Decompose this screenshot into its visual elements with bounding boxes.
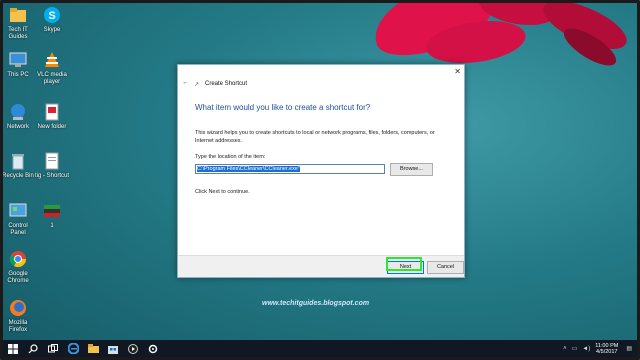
folder-icon [8, 5, 28, 25]
desktop-icon-label: tig - Shortcut [34, 173, 69, 179]
desktop-icon-recycle-bin[interactable]: Recycle Bin [0, 151, 36, 180]
location-label: Type the location of the item: [195, 154, 266, 160]
desktop-icon-label: Mozilla Firefox [8, 320, 28, 333]
svg-text:S: S [48, 10, 55, 22]
dialog-titlebar: ← ↗ Create Shortcut ✕ [178, 65, 464, 88]
close-icon[interactable]: ✕ [454, 67, 461, 76]
desktop-icon-1[interactable]: 1 [34, 201, 70, 230]
task-view-icon[interactable] [43, 340, 63, 357]
cancel-button[interactable]: Cancel [427, 261, 464, 274]
desktop-icon-new-folder[interactable]: New folder [34, 102, 70, 131]
clock[interactable]: 11:00 PM 4/5/2017 [595, 343, 618, 355]
desktop-icon-label: Google Chrome [7, 271, 29, 284]
watermark-url: www.techitguides.blogspot.com [262, 300, 370, 307]
location-value: C:\Program Files\CCleaner\CCleaner.exe" [197, 166, 300, 172]
desktop-icon-label: Recycle Bin [2, 173, 34, 179]
document-icon [42, 102, 62, 122]
shortcut-icon: ↗ [194, 82, 200, 88]
network-status-icon[interactable]: ▭ [572, 345, 578, 352]
network-icon [8, 102, 28, 122]
desktop: Tech IT Guides S Skype This PC VLC media… [0, 0, 640, 360]
desktop-icon-skype[interactable]: S Skype [34, 5, 70, 34]
clock-date: 4/5/2017 [596, 348, 618, 355]
dialog-title: Create Shortcut [205, 81, 248, 87]
file-explorer-icon[interactable] [83, 340, 103, 357]
media-icon[interactable] [123, 340, 143, 357]
desktop-icon-control-panel[interactable]: Control Panel [0, 201, 36, 237]
desktop-icon-google-chrome[interactable]: Google Chrome [0, 249, 36, 285]
settings-icon[interactable] [143, 340, 163, 357]
back-arrow-icon[interactable]: ← [182, 79, 189, 86]
chrome-icon [8, 249, 28, 269]
dialog-description: This wizard helps you to create shortcut… [195, 130, 435, 144]
vlc-icon [42, 50, 62, 70]
browse-button[interactable]: Browse... [390, 163, 433, 176]
clock-time: 11:00 PM [595, 342, 619, 349]
desktop-icon-label: This PC [7, 72, 29, 78]
start-icon[interactable] [3, 340, 23, 357]
desktop-icon-tig-shortcut[interactable]: tig - Shortcut [34, 151, 70, 180]
desktop-icon-label: 1 [50, 223, 54, 229]
taskbar: ˄ ▭ ◄) 11:00 PM 4/5/2017 ▤ [3, 340, 637, 357]
store-icon[interactable] [103, 340, 123, 357]
desktop-icon-network[interactable]: Network [0, 102, 36, 131]
skype-icon: S [42, 5, 62, 25]
desktop-icon-label: Tech IT Guides [8, 27, 28, 40]
desktop-icon-label: VLC media player [37, 72, 67, 85]
firefox-icon [8, 298, 28, 318]
next-button-highlight [386, 257, 422, 271]
desktop-icon-label: Skype [43, 27, 61, 33]
system-tray-chevron-icon[interactable]: ˄ [563, 346, 567, 352]
action-center-icon[interactable]: ▤ [626, 345, 632, 352]
recycle-bin-icon [8, 151, 28, 171]
control-panel-icon [8, 201, 28, 221]
desktop-icon-label: New folder [37, 124, 67, 130]
image-file-icon [42, 201, 62, 221]
edge-icon[interactable] [63, 340, 83, 357]
desktop-icon-this-pc[interactable]: This PC [0, 50, 36, 79]
desktop-icon-tech-it-guides[interactable]: Tech IT Guides [0, 5, 36, 41]
desktop-icon-vlc[interactable]: VLC media player [34, 50, 70, 86]
volume-icon[interactable]: ◄) [582, 346, 590, 352]
create-shortcut-dialog: ← ↗ Create Shortcut ✕ What item would yo… [177, 64, 465, 278]
dialog-heading: What item would you like to create a sho… [195, 103, 371, 112]
search-icon[interactable] [23, 340, 43, 357]
desktop-icon-mozilla-firefox[interactable]: Mozilla Firefox [0, 298, 36, 334]
location-input[interactable]: C:\Program Files\CCleaner\CCleaner.exe" [195, 164, 385, 174]
document-shortcut-icon [42, 151, 62, 171]
continue-hint: Click Next to continue. [195, 189, 250, 195]
this-pc-icon [8, 50, 28, 70]
desktop-icon-label: Network [6, 124, 29, 130]
desktop-icon-label: Control Panel [8, 223, 28, 236]
